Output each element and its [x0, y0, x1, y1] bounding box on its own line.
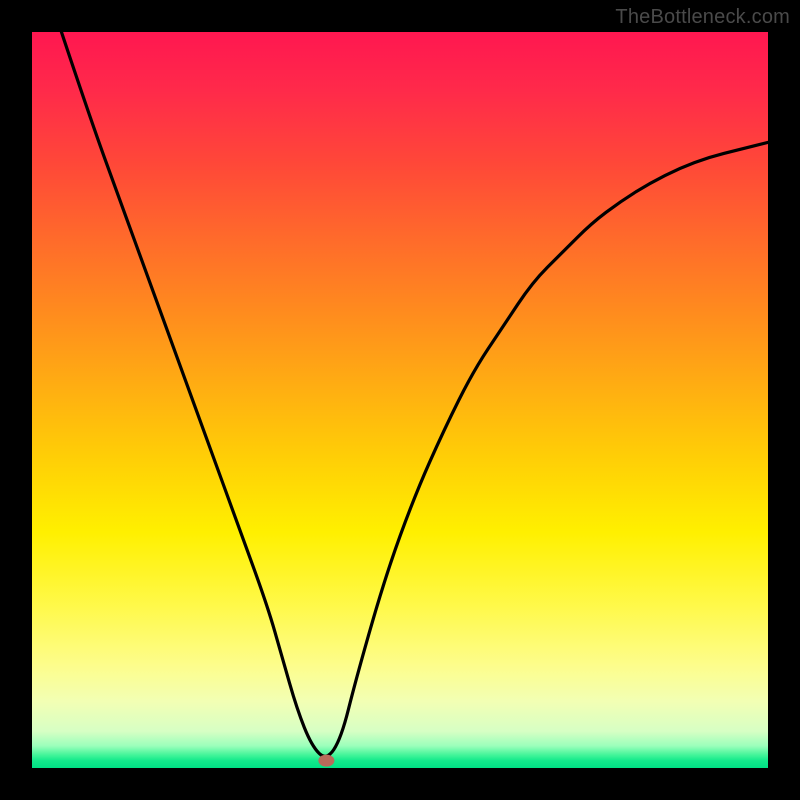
- plot-area: [32, 32, 768, 768]
- chart-frame: TheBottleneck.com: [0, 0, 800, 800]
- attribution-label: TheBottleneck.com: [615, 6, 790, 29]
- bottleneck-curve: [61, 32, 768, 756]
- curve-svg: [32, 32, 768, 768]
- minimum-marker: [318, 755, 334, 767]
